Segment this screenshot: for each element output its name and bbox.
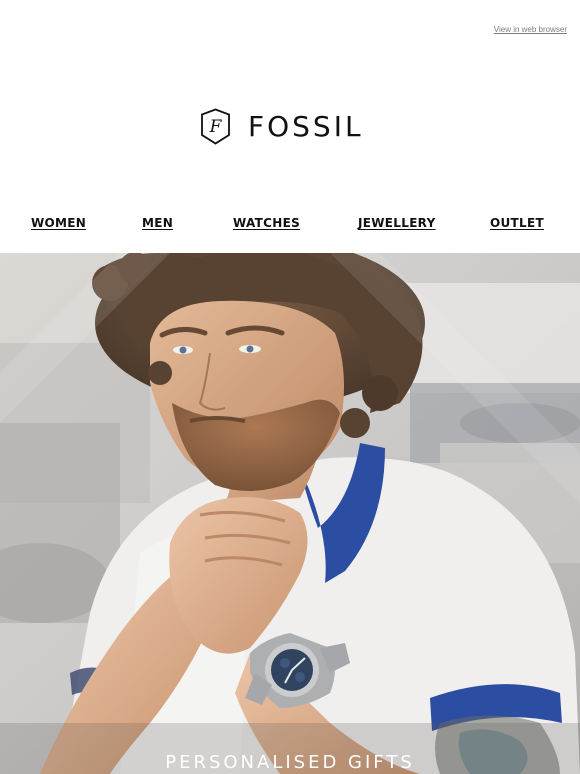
brand-name: FOSSIL [248, 110, 364, 143]
hero-banner[interactable]: PERSONALISED GIFTS [0, 253, 580, 774]
nav-item-women[interactable]: WOMEN [31, 216, 86, 230]
view-in-browser-link[interactable]: View in web browser [494, 25, 567, 34]
nav-item-watches[interactable]: WATCHES [233, 216, 300, 230]
hero-photo [0, 253, 580, 774]
fossil-shield-icon: F [201, 108, 230, 145]
hero-caption: PERSONALISED GIFTS [165, 752, 415, 773]
logo-monogram: F [209, 117, 223, 137]
fossil-logo[interactable]: F FOSSIL [200, 108, 364, 145]
email-page: View in web browser F FOSSIL WOMEN MEN W… [0, 0, 580, 774]
main-nav: WOMEN MEN WATCHES JEWELLERY OUTLET [0, 216, 580, 236]
nav-item-outlet[interactable]: OUTLET [490, 216, 544, 230]
nav-item-men[interactable]: MEN [142, 216, 173, 230]
nav-item-jewellery[interactable]: JEWELLERY [358, 216, 436, 230]
